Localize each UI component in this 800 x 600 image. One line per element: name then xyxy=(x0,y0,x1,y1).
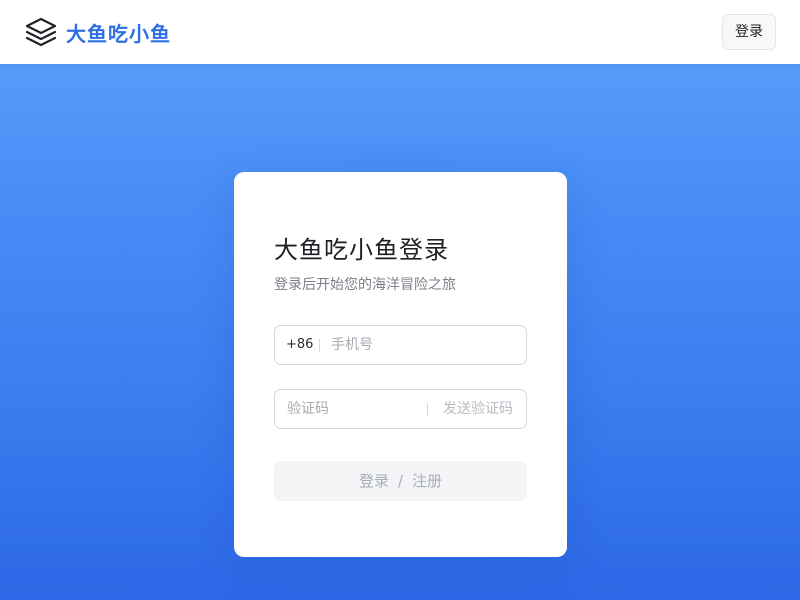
verification-code-input[interactable] xyxy=(287,390,417,428)
submit-register-label: 注册 xyxy=(412,472,443,490)
phone-input[interactable] xyxy=(331,326,511,364)
phone-divider xyxy=(319,339,320,352)
code-divider xyxy=(427,403,428,416)
code-field: 发送验证码 xyxy=(274,389,527,429)
submit-login-label: 登录 xyxy=(358,472,389,490)
layers-stack-icon xyxy=(25,17,57,47)
header-login-button[interactable]: 登录 xyxy=(722,14,776,50)
login-title: 大鱼吃小鱼登录 xyxy=(274,236,449,264)
login-register-button[interactable]: 登录 / 注册 xyxy=(274,461,527,501)
phone-field: +86 xyxy=(274,325,527,365)
top-navbar: 大鱼吃小鱼 登录 xyxy=(0,0,800,64)
brand[interactable]: 大鱼吃小鱼 xyxy=(24,16,171,48)
login-card: 大鱼吃小鱼登录 登录后开始您的海洋冒险之旅 +86 发送验证码 登录 / 注册 xyxy=(234,172,567,557)
country-code-prefix[interactable]: +86 xyxy=(286,326,313,364)
submit-separator: / xyxy=(397,472,404,490)
brand-name: 大鱼吃小鱼 xyxy=(66,21,171,46)
login-subtitle: 登录后开始您的海洋冒险之旅 xyxy=(274,277,456,293)
send-code-button[interactable]: 发送验证码 xyxy=(443,390,513,428)
